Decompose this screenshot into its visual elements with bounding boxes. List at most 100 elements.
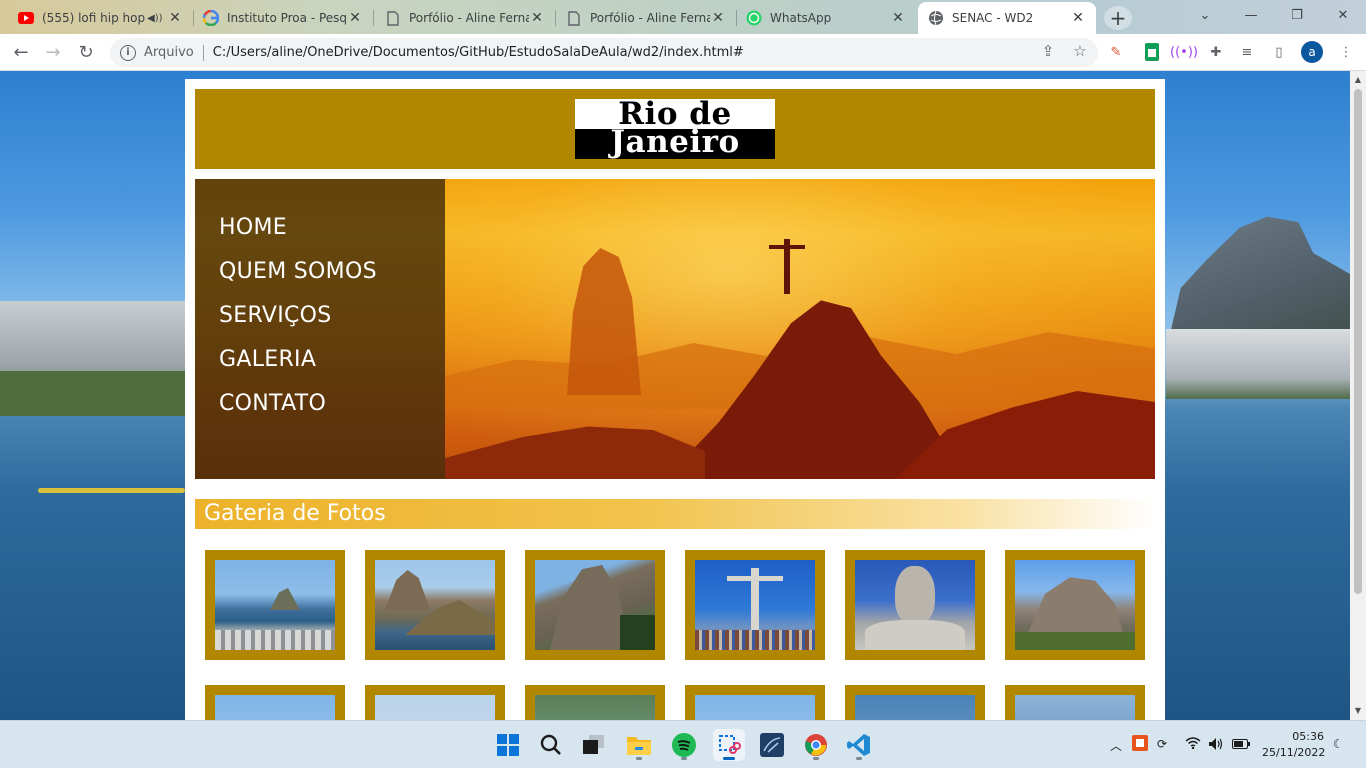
gallery-thumb-10[interactable] <box>685 685 825 720</box>
file-explorer-icon[interactable] <box>623 729 655 761</box>
page-container: Rio de Janeiro HOME QUEM SOMOS SERVIÇOS … <box>185 79 1165 720</box>
gallery-photo <box>695 695 815 720</box>
media-queue-icon[interactable]: ≡ <box>1237 42 1257 62</box>
chrome-icon[interactable] <box>800 729 832 761</box>
scroll-up-icon[interactable]: ▲ <box>1350 73 1366 87</box>
hero-banner: HOME QUEM SOMOS SERVIÇOS GALERIA CONTATO <box>195 179 1155 479</box>
gallery-thumb-botafogo[interactable] <box>205 550 345 660</box>
close-icon[interactable]: ✕ <box>890 10 906 26</box>
spotify-icon[interactable] <box>668 729 700 761</box>
spreadsheet-extension-icon[interactable] <box>1142 42 1162 62</box>
page-scrollbar[interactable]: ▲ ▼ <box>1350 71 1366 720</box>
gallery-thumb-christ-crowd[interactable] <box>685 550 825 660</box>
new-tab-button[interactable]: + <box>1104 6 1132 30</box>
share-icon[interactable]: ⇪ <box>1037 40 1059 62</box>
battery-icon[interactable] <box>1232 738 1250 752</box>
sync-icon[interactable]: ⟳ <box>1157 737 1167 751</box>
logo-line-2: Janeiro <box>610 124 740 159</box>
start-icon[interactable] <box>492 729 524 761</box>
site-logo[interactable]: Rio de Janeiro <box>575 99 775 159</box>
task-view-icon[interactable] <box>578 729 610 761</box>
gallery-photo <box>375 560 495 650</box>
tab-google[interactable]: Instituto Proa - Pesqu ✕ <box>193 4 373 32</box>
site-header: Rio de Janeiro <box>195 89 1155 169</box>
gallery-photo <box>855 560 975 650</box>
info-icon[interactable]: i <box>120 44 136 61</box>
tab-whatsapp[interactable]: WhatsApp ✕ <box>736 4 916 32</box>
menu-item-contato[interactable]: CONTATO <box>219 387 377 421</box>
gallery-thumb-8[interactable] <box>365 685 505 720</box>
side-panel-icon[interactable]: ▯ <box>1269 42 1289 62</box>
kebab-menu-icon[interactable]: ⋮ <box>1336 42 1356 62</box>
address-url[interactable]: C:/Users/aline/OneDrive/Documentos/GitHu… <box>213 45 744 60</box>
chevron-up-icon[interactable]: ︿ <box>1110 737 1122 754</box>
menu-item-servicos[interactable]: SERVIÇOS <box>219 299 377 333</box>
menu-item-home[interactable]: HOME <box>219 211 377 245</box>
gallery-title: Gateria de Fotos <box>195 499 1155 529</box>
speaker-icon[interactable]: ◀)) <box>147 13 163 24</box>
tab-senac-wd2[interactable]: SENAC - WD2 ✕ <box>918 2 1096 34</box>
gallery-thumb-sugarloaf-bay[interactable] <box>365 550 505 660</box>
mysql-workbench-icon[interactable] <box>756 729 788 761</box>
close-icon[interactable]: ✕ <box>529 10 545 26</box>
youtube-icon <box>18 10 34 26</box>
address-scheme: Arquivo <box>144 45 194 60</box>
system-clock[interactable]: 05:36 25/11/2022 <box>1262 729 1326 761</box>
menu-item-quem-somos[interactable]: QUEM SOMOS <box>219 255 377 289</box>
office-icon[interactable] <box>1132 735 1148 754</box>
snipping-tool-icon[interactable] <box>713 729 745 761</box>
tab-title: Porfólio - Aline Fernar <box>590 11 710 25</box>
search-icon[interactable] <box>535 729 567 761</box>
close-icon[interactable]: ✕ <box>1070 10 1086 26</box>
clock-date: 25/11/2022 <box>1262 746 1326 759</box>
wifi-icon[interactable] <box>1185 737 1201 752</box>
address-bar[interactable]: i Arquivo C:/Users/aline/OneDrive/Docume… <box>110 38 1098 67</box>
bookmark-star-icon[interactable]: ☆ <box>1069 40 1091 62</box>
gallery-thumb-7[interactable] <box>205 685 345 720</box>
tab-title: WhatsApp <box>770 11 832 25</box>
tab-youtube[interactable]: (555) lofi hip hop ◀)) ✕ <box>8 4 193 32</box>
pen-extension-icon[interactable]: ✎ <box>1106 42 1126 62</box>
close-icon[interactable]: ✕ <box>167 10 183 26</box>
scrollbar-thumb[interactable] <box>1354 89 1362 594</box>
gallery-thumb-sugarloaf-rock[interactable] <box>525 550 665 660</box>
tab-portfolio-1[interactable]: Porfólio - Aline Fernar ✕ <box>375 4 555 32</box>
vscode-icon[interactable] <box>843 729 875 761</box>
gallery-thumb-11[interactable] <box>845 685 985 720</box>
close-window-button[interactable]: ✕ <box>1320 4 1366 28</box>
page-viewport: Rio de Janeiro HOME QUEM SOMOS SERVIÇOS … <box>0 71 1350 720</box>
restore-button[interactable]: ❐ <box>1274 4 1320 28</box>
gallery-photo <box>535 695 655 720</box>
radio-extension-icon[interactable]: ((•)) <box>1170 42 1198 62</box>
reload-button[interactable]: ↻ <box>74 40 98 64</box>
back-button[interactable]: ← <box>9 40 33 64</box>
speaker-icon[interactable] <box>1208 737 1224 754</box>
chevron-down-icon[interactable]: ⌄ <box>1182 4 1228 28</box>
page-icon <box>385 10 401 26</box>
gallery-thumb-12[interactable] <box>1005 685 1145 720</box>
gallery-thumb-9[interactable] <box>525 685 665 720</box>
menu-item-galeria[interactable]: GALERIA <box>219 343 377 377</box>
clock-time: 05:36 <box>1292 730 1324 743</box>
address-divider <box>202 44 204 61</box>
gallery-thumb-pedra-gavea[interactable] <box>1005 550 1145 660</box>
browser-tab-strip: (555) lofi hip hop ◀)) ✕ Instituto Proa … <box>0 0 1366 34</box>
page-icon <box>566 10 582 26</box>
tab-title: (555) lofi hip hop <box>42 11 146 25</box>
gallery-photo <box>1015 560 1135 650</box>
extensions-puzzle-icon[interactable]: ✚ <box>1206 42 1226 62</box>
gallery-photo <box>695 560 815 650</box>
notification-moon-icon[interactable]: ☾ <box>1333 737 1344 751</box>
gallery-photo <box>535 560 655 650</box>
tab-title: Instituto Proa - Pesqu <box>227 11 347 25</box>
close-icon[interactable]: ✕ <box>710 10 726 26</box>
gallery-photo <box>215 695 335 720</box>
minimize-button[interactable]: — <box>1228 4 1274 28</box>
browser-toolbar: ← → ↻ i Arquivo C:/Users/aline/OneDrive/… <box>0 34 1366 71</box>
close-icon[interactable]: ✕ <box>347 10 363 26</box>
scroll-down-icon[interactable]: ▼ <box>1350 704 1366 718</box>
profile-avatar[interactable]: a <box>1301 41 1323 63</box>
forward-button[interactable]: → <box>41 40 65 64</box>
gallery-thumb-christ-face[interactable] <box>845 550 985 660</box>
tab-portfolio-2[interactable]: Porfólio - Aline Fernar ✕ <box>556 4 736 32</box>
